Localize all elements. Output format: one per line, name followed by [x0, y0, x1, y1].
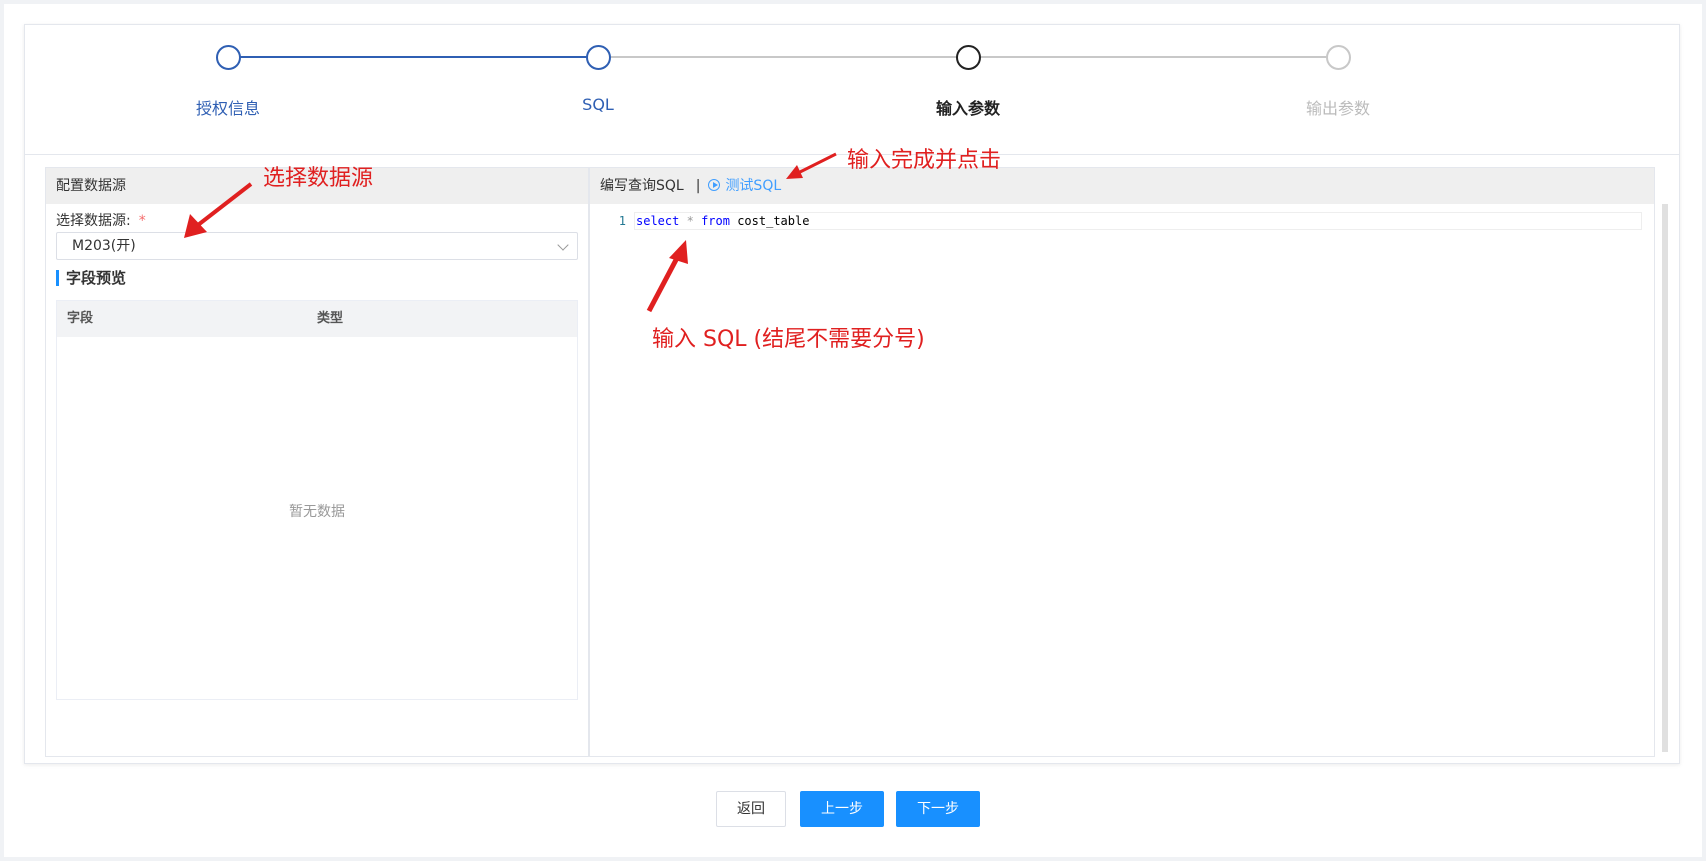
previous-step-button[interactable]: 上一步	[800, 791, 884, 827]
step-connector-1	[240, 56, 602, 58]
field-preview-title: 字段预览	[56, 270, 126, 286]
column-header-field: 字段	[67, 311, 94, 326]
datasource-panel: 配置数据源 选择数据源: * M203(开) 字段预览 字段 类型 暂无数据	[45, 167, 589, 757]
step-label-sql[interactable]: SQL	[518, 95, 678, 114]
sql-keyword-from: from	[701, 214, 730, 228]
steps-bar: 授权信息 SQL 输入参数 输出参数	[25, 25, 1679, 155]
step-label-output-params[interactable]: 输出参数	[1258, 95, 1418, 119]
datasource-label: 选择数据源: *	[56, 210, 146, 230]
sql-editor[interactable]: 1 select * from cost_table	[590, 204, 1668, 756]
table-header: 字段 类型	[57, 301, 577, 337]
code-line[interactable]: select * from cost_table	[634, 212, 1642, 230]
step-connector-3	[980, 56, 1342, 58]
play-circle-icon	[708, 179, 721, 191]
next-step-button[interactable]: 下一步	[896, 791, 980, 827]
step-circle-input-params[interactable]	[956, 45, 981, 70]
step-label-auth[interactable]: 授权信息	[148, 95, 308, 119]
datasource-select[interactable]: M203(开)	[56, 232, 578, 260]
datasource-select-value: M203(开)	[72, 238, 136, 254]
editor-scrollbar[interactable]	[1662, 204, 1668, 752]
back-button[interactable]: 返回	[716, 791, 786, 827]
annotation-click-test: 输入完成并点击	[847, 148, 1002, 173]
datasource-label-text: 选择数据源:	[56, 213, 131, 229]
api-config-card: 授权信息 SQL 输入参数 输出参数 配置数据源 选择数据源: * M203(开)…	[24, 24, 1680, 764]
column-header-type: 类型	[317, 311, 344, 326]
step-label-input-params[interactable]: 输入参数	[888, 95, 1048, 119]
field-preview-table: 字段 类型 暂无数据	[56, 300, 578, 700]
sql-panel-title: 编写查询SQL	[600, 178, 684, 194]
step-circle-output-params[interactable]	[1326, 45, 1351, 70]
required-mark: *	[138, 213, 146, 229]
header-separator: |	[695, 178, 701, 194]
test-sql-button[interactable]: 测试SQL	[708, 178, 781, 194]
sql-panel: 编写查询SQL | 测试SQL 1 select * from cost_table	[589, 167, 1668, 757]
step-connector-2	[610, 56, 972, 58]
sql-operator-star: *	[686, 214, 694, 228]
line-number: 1	[618, 214, 626, 228]
sql-panel-header: 编写查询SQL | 测试SQL	[590, 168, 1654, 204]
sql-keyword-select: select	[636, 214, 680, 228]
annotation-enter-sql: 输入 SQL (结尾不需要分号)	[652, 327, 925, 352]
step-circle-auth[interactable]	[216, 45, 241, 70]
empty-placeholder: 暂无数据	[289, 504, 345, 520]
test-sql-label: 测试SQL	[725, 178, 782, 194]
sql-table-name: cost_table	[737, 214, 810, 228]
annotation-select-datasource: 选择数据源	[263, 166, 374, 191]
step-circle-sql[interactable]	[586, 45, 611, 70]
chevron-down-icon	[557, 239, 569, 251]
